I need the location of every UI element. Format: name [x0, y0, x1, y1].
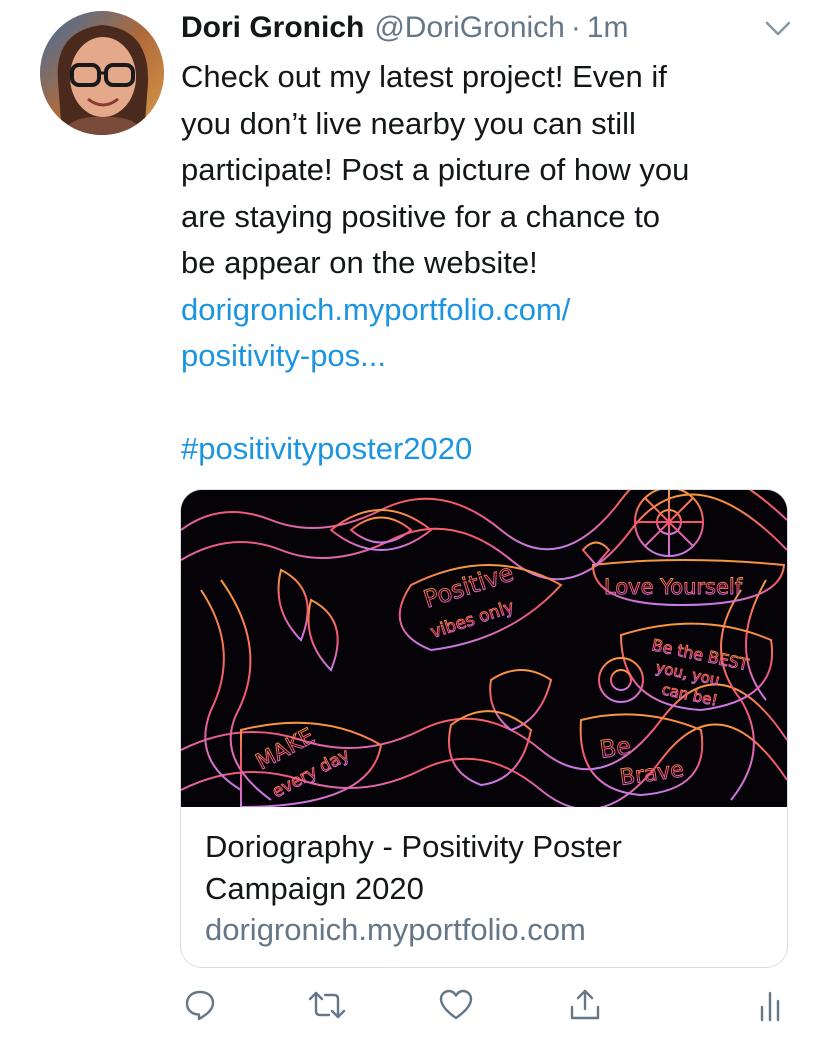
share-icon [570, 989, 600, 1020]
card-title-line: Campaign 2020 [205, 871, 424, 906]
tweet-text-line: participate! Post a picture of how you [181, 152, 690, 187]
tweet-text-line: are staying positive for a chance to [181, 198, 661, 234]
tweet-link-continued[interactable]: positivity-pos... [181, 333, 801, 380]
author-avatar[interactable] [40, 11, 164, 135]
separator-dot: · [570, 11, 581, 44]
avatar-image [40, 11, 164, 135]
tweet-text-line: Check out my latest project! Even if [181, 59, 667, 94]
card-image[interactable]: Positive vibes only Love Yourself Be the… [181, 490, 787, 807]
analytics-icon [760, 991, 780, 1022]
card-title[interactable]: Doriography - Positivity Poster Campaign… [205, 826, 765, 910]
image-text-love: Love Yourself [604, 575, 743, 599]
tweet-text: Check out my latest project! Even if you… [181, 54, 801, 473]
tweet-text-line: you don’t live nearby you can still [181, 105, 636, 141]
card-title-line: Doriography - Positivity Poster [205, 829, 622, 864]
like-icon [439, 989, 473, 1020]
retweet-icon [308, 991, 346, 1019]
analytics-button[interactable] [750, 980, 790, 1030]
tweet-text-line: be appear on the website! [181, 245, 538, 280]
chevron-down-icon[interactable] [762, 14, 794, 44]
image-text-brave-1: Be [598, 732, 633, 764]
author-handle[interactable]: @DoriGronich [374, 11, 565, 45]
reply-button[interactable] [180, 980, 220, 1030]
card-domain: dorigronich.myportfolio.com [205, 912, 586, 947]
tweet-timestamp[interactable]: 1m [587, 11, 629, 45]
tweet-link[interactable]: dorigronich.myportfolio.com/ [181, 287, 801, 334]
like-button[interactable] [436, 980, 476, 1030]
tweet-header: Dori Gronich @DoriGronich · 1m [181, 8, 629, 48]
share-button[interactable] [565, 980, 605, 1030]
author-name[interactable]: Dori Gronich [181, 11, 364, 45]
retweet-button[interactable] [307, 980, 347, 1030]
hashtag-link[interactable]: #positivityposter2020 [181, 426, 801, 473]
tweet-actions [180, 980, 790, 1030]
link-preview-card[interactable]: Positive vibes only Love Yourself Be the… [180, 489, 788, 968]
reply-icon [185, 990, 215, 1021]
